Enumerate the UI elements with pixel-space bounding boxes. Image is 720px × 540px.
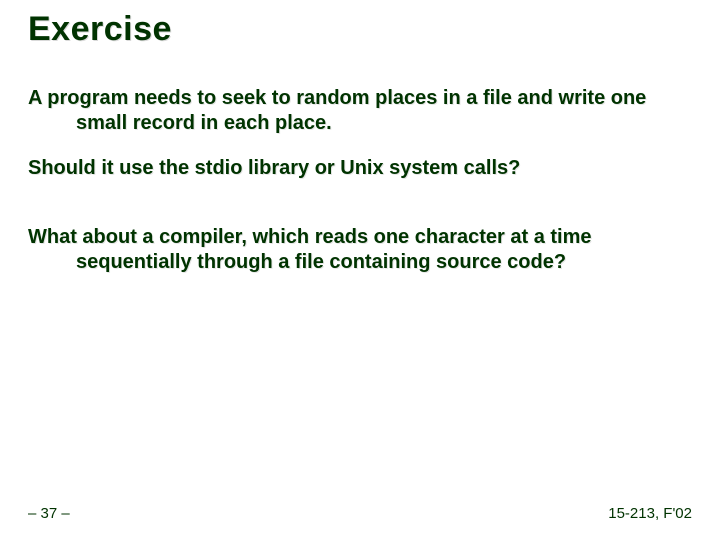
page-number: – 37 – (28, 505, 70, 522)
slide: Exercise A program needs to seek to rand… (0, 0, 720, 540)
course-tag: 15-213, F'02 (608, 505, 692, 522)
paragraph-3: What about a compiler, which reads one c… (28, 225, 692, 275)
slide-body: A program needs to seek to random places… (28, 86, 692, 295)
slide-title: Exercise (28, 10, 172, 49)
paragraph-1: A program needs to seek to random places… (28, 86, 692, 136)
paragraph-2: Should it use the stdio library or Unix … (28, 156, 692, 181)
